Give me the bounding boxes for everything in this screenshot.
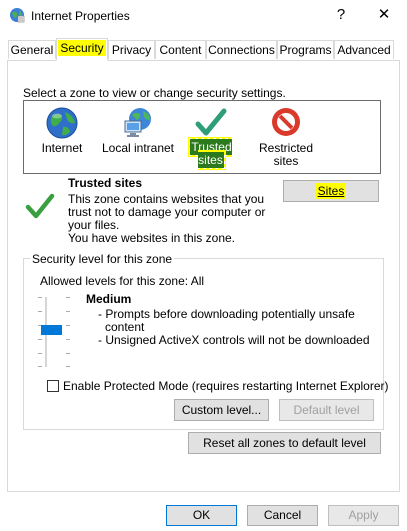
computer-network-icon bbox=[100, 106, 176, 140]
slider-tick bbox=[38, 311, 42, 312]
slider-tick bbox=[38, 366, 42, 367]
reset-all-zones-button[interactable]: Reset all zones to default level bbox=[188, 432, 381, 454]
globe-icon bbox=[38, 106, 86, 140]
apply-button[interactable]: Apply bbox=[328, 505, 399, 526]
security-level-bullet-2: - Unsigned ActiveX controls will not be … bbox=[98, 333, 370, 347]
zone-trusted-sites[interactable]: Trusted sites bbox=[178, 106, 244, 169]
protected-mode-checkbox[interactable] bbox=[47, 380, 59, 392]
protected-mode-label[interactable]: Enable Protected Mode (requires restarti… bbox=[63, 379, 389, 393]
slider-tick bbox=[38, 353, 42, 354]
zone-restricted-sites-label-line2: sites bbox=[273, 154, 299, 168]
window-title: Internet Properties bbox=[31, 9, 130, 23]
slider-tick bbox=[66, 353, 70, 354]
slider-tick bbox=[66, 311, 70, 312]
default-level-button[interactable]: Default level bbox=[279, 399, 374, 421]
cancel-button[interactable]: Cancel bbox=[247, 505, 318, 526]
zone-info-check-icon bbox=[24, 190, 56, 225]
ok-button[interactable]: OK bbox=[166, 505, 237, 526]
zone-info-description: This zone contains websites that you tru… bbox=[68, 193, 265, 245]
zone-trusted-sites-label: Trusted sites bbox=[189, 138, 233, 169]
security-level-description: - Prompts before downloading potentially… bbox=[98, 308, 370, 347]
tab-security[interactable]: Security bbox=[56, 38, 108, 61]
tab-strip: General Security Privacy Content Connect… bbox=[0, 38, 407, 61]
tab-connections[interactable]: Connections bbox=[206, 40, 277, 59]
help-button[interactable]: ? bbox=[330, 4, 352, 26]
sites-button-label: Sites bbox=[315, 183, 347, 199]
tab-advanced[interactable]: Advanced bbox=[334, 40, 394, 59]
slider-tick bbox=[38, 339, 42, 340]
slider-tick bbox=[66, 325, 70, 326]
security-level-slider-thumb[interactable] bbox=[41, 325, 62, 335]
internet-properties-icon bbox=[9, 7, 25, 23]
tab-content[interactable]: Content bbox=[155, 40, 206, 59]
checkmark-icon bbox=[178, 106, 244, 140]
prohibited-icon bbox=[258, 106, 314, 140]
slider-tick bbox=[66, 339, 70, 340]
slider-tick bbox=[66, 366, 70, 367]
custom-level-button[interactable]: Custom level... bbox=[174, 399, 269, 421]
tab-general[interactable]: General bbox=[8, 40, 56, 59]
zone-prompt: Select a zone to view or change security… bbox=[23, 86, 286, 100]
slider-tick bbox=[66, 297, 70, 298]
security-level-name: Medium bbox=[86, 292, 132, 306]
tab-privacy[interactable]: Privacy bbox=[108, 40, 155, 59]
slider-tick bbox=[38, 297, 42, 298]
tab-programs[interactable]: Programs bbox=[277, 40, 334, 59]
close-button[interactable]: ✕ bbox=[372, 4, 396, 26]
zone-internet-label: Internet bbox=[41, 141, 83, 155]
zone-local-intranet[interactable]: Local intranet bbox=[100, 106, 176, 155]
zone-info-title: Trusted sites bbox=[68, 176, 143, 190]
zone-local-intranet-label: Local intranet bbox=[101, 141, 175, 155]
zone-internet[interactable]: Internet bbox=[38, 106, 86, 155]
zone-restricted-sites[interactable]: Restricted sites bbox=[258, 106, 314, 168]
zone-info-desc-line4: You have websites in this zone. bbox=[68, 231, 235, 245]
security-level-legend: Security level for this zone bbox=[30, 252, 175, 266]
sites-button[interactable]: Sites bbox=[283, 180, 379, 202]
allowed-levels-text: Allowed levels for this zone: All bbox=[40, 274, 205, 288]
